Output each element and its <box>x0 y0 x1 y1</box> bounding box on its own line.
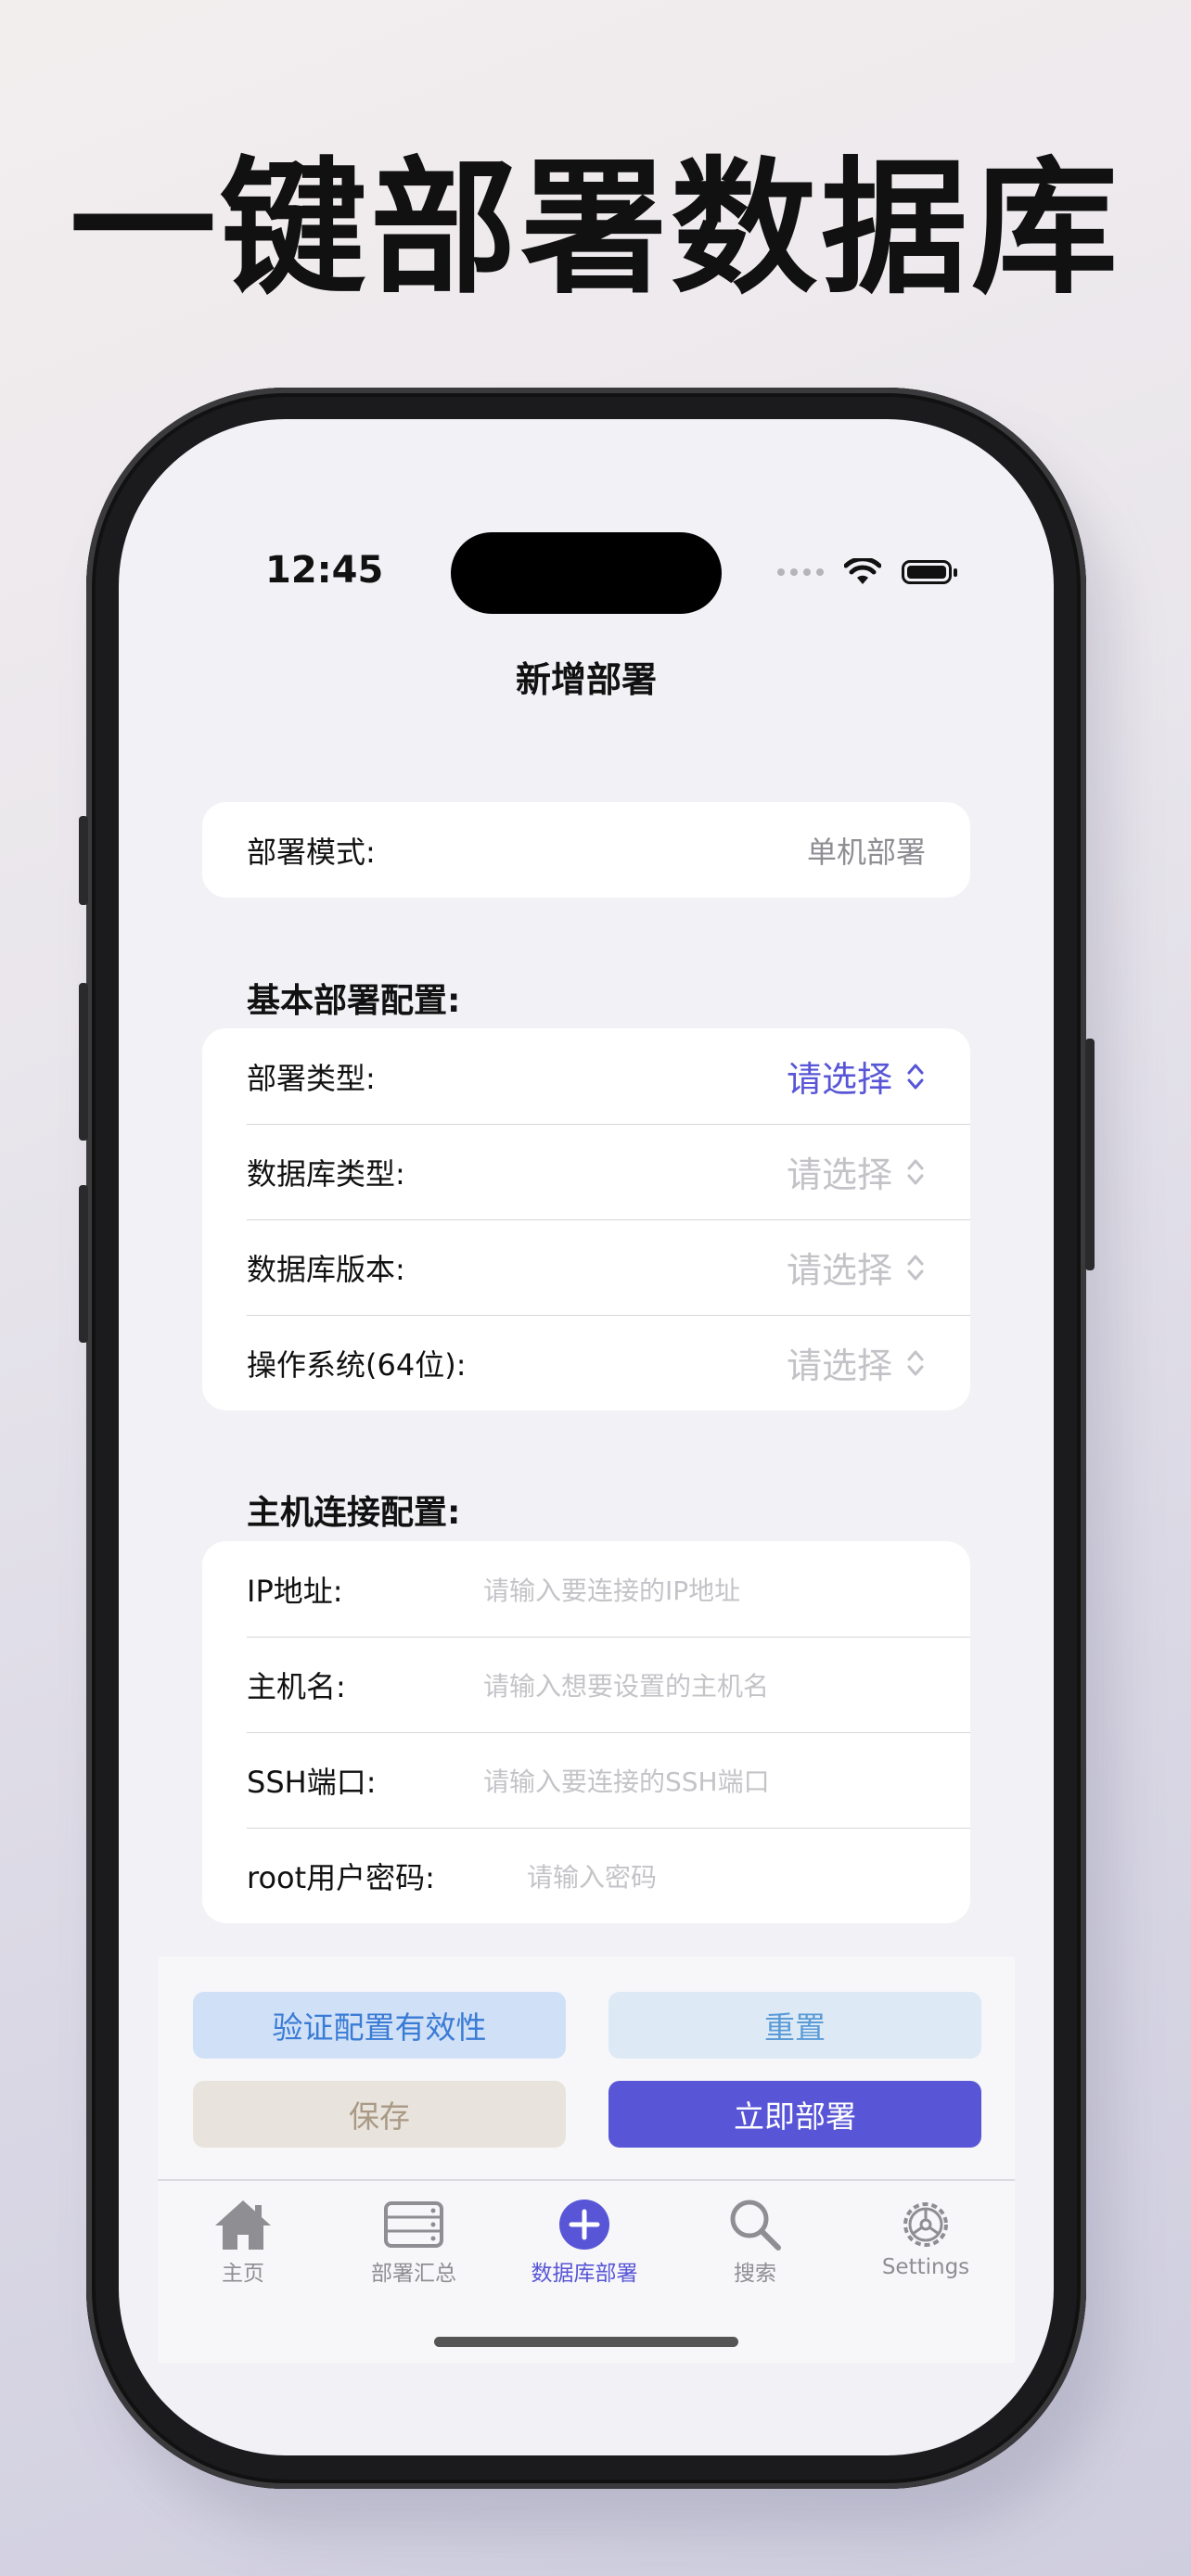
deploy-type-picker[interactable]: 请选择 <box>787 1051 926 1102</box>
chevron-up-down-icon <box>907 1159 924 1184</box>
ssh-port-input[interactable]: 请输入要连接的SSH端口 <box>483 1762 770 1799</box>
basic-config-card: 部署类型: 请选择 数据库类型: 请选择 数据库版本: 请选择 操作系统(64位… <box>202 1028 970 1410</box>
status-time: 12:45 <box>265 549 384 592</box>
db-version-label: 数据库版本: <box>247 1251 405 1287</box>
search-icon <box>730 2200 781 2251</box>
root-password-label: root用户密码: <box>247 1859 435 1895</box>
os-picker[interactable]: 请选择 <box>787 1337 926 1388</box>
tab-deploy-summary[interactable]: 部署汇总 <box>328 2194 499 2287</box>
wifi-icon <box>844 558 881 584</box>
chevron-up-down-icon <box>907 1064 924 1089</box>
home-indicator <box>434 2337 738 2347</box>
status-icons <box>777 558 957 586</box>
db-type-label: 数据库类型: <box>247 1155 405 1192</box>
app-screen: 12:45 新增部署 部署模式: 单机部署 基本部署配置: 部署类型: 请选择 … <box>119 419 1054 2455</box>
signal-icon <box>777 568 824 576</box>
os-row[interactable]: 操作系统(64位): 请选择 <box>202 1315 970 1410</box>
db-version-value: 请选择 <box>786 1250 892 1291</box>
deploy-now-button[interactable]: 立即部署 <box>608 2081 981 2148</box>
db-type-picker[interactable]: 请选择 <box>787 1146 926 1197</box>
tab-db-deploy[interactable]: 数据库部署 <box>499 2194 670 2287</box>
tab-search-label: 搜索 <box>734 2262 776 2286</box>
tab-home[interactable]: 主页 <box>158 2194 328 2287</box>
hostname-label: 主机名: <box>247 1668 346 1704</box>
db-version-row[interactable]: 数据库版本: 请选择 <box>202 1219 970 1315</box>
tab-home-label: 主页 <box>222 2262 264 2286</box>
bottom-panel: 验证配置有效性 重置 保存 立即部署 主页 部署汇总 数据库部署 搜索 Sett… <box>158 1957 1015 2363</box>
db-type-row[interactable]: 数据库类型: 请选择 <box>202 1124 970 1219</box>
hostname-input[interactable]: 请输入想要设置的主机名 <box>483 1666 769 1703</box>
page-title: 新增部署 <box>515 659 657 700</box>
ip-input[interactable]: 请输入要连接的IP地址 <box>483 1571 740 1608</box>
dynamic-island <box>451 532 722 614</box>
deploy-type-row[interactable]: 部署类型: 请选择 <box>202 1028 970 1124</box>
os-label: 操作系统(64位): <box>247 1346 467 1383</box>
db-version-picker[interactable]: 请选择 <box>787 1242 926 1293</box>
deploy-type-label: 部署类型: <box>247 1060 376 1096</box>
volume-up-button <box>79 983 88 1141</box>
deploy-mode-card: 部署模式: 单机部署 <box>202 802 970 898</box>
battery-icon <box>902 560 957 584</box>
root-password-row: root用户密码: 请输入密码 <box>202 1828 970 1923</box>
deploy-type-value: 请选择 <box>786 1059 892 1100</box>
power-button <box>1085 1039 1095 1270</box>
chevron-up-down-icon <box>907 1350 924 1375</box>
ip-label: IP地址: <box>247 1573 343 1609</box>
volume-down-button <box>79 1185 88 1343</box>
validate-config-button[interactable]: 验证配置有效性 <box>193 1992 566 2059</box>
tab-deploy-summary-label: 部署汇总 <box>371 2262 456 2286</box>
host-config-card: IP地址: 请输入要连接的IP地址 主机名: 请输入想要设置的主机名 SSH端口… <box>202 1541 970 1923</box>
db-type-value: 请选择 <box>786 1154 892 1195</box>
root-password-input[interactable]: 请输入密码 <box>527 1857 657 1894</box>
tab-search[interactable]: 搜索 <box>670 2194 840 2287</box>
save-button[interactable]: 保存 <box>193 2081 566 2148</box>
tab-db-deploy-label: 数据库部署 <box>531 2262 638 2286</box>
tab-settings-label: Settings <box>881 2255 970 2279</box>
tab-settings[interactable]: Settings <box>840 2194 1011 2279</box>
host-config-title: 主机连接配置: <box>247 1494 461 1532</box>
reset-button[interactable]: 重置 <box>608 1992 981 2059</box>
promo-headline: 一键部署数据库 <box>70 144 1121 314</box>
basic-config-title: 基本部署配置: <box>247 982 461 1020</box>
server-icon <box>384 2201 443 2248</box>
ssh-port-row: SSH端口: 请输入要连接的SSH端口 <box>202 1732 970 1828</box>
plus-circle-icon <box>559 2200 609 2250</box>
ssh-port-label: SSH端口: <box>247 1764 377 1800</box>
deploy-mode-value: 单机部署 <box>806 834 926 870</box>
deploy-mode-label: 部署模式: <box>247 834 376 870</box>
gear-icon <box>903 2202 948 2247</box>
ip-row: IP地址: 请输入要连接的IP地址 <box>202 1541 970 1637</box>
deploy-mode-row[interactable]: 部署模式: 单机部署 <box>202 802 970 898</box>
os-value: 请选择 <box>786 1345 892 1386</box>
hostname-row: 主机名: 请输入想要设置的主机名 <box>202 1637 970 1732</box>
chevron-up-down-icon <box>907 1255 924 1280</box>
house-icon <box>215 2200 271 2250</box>
silent-switch <box>79 816 88 905</box>
